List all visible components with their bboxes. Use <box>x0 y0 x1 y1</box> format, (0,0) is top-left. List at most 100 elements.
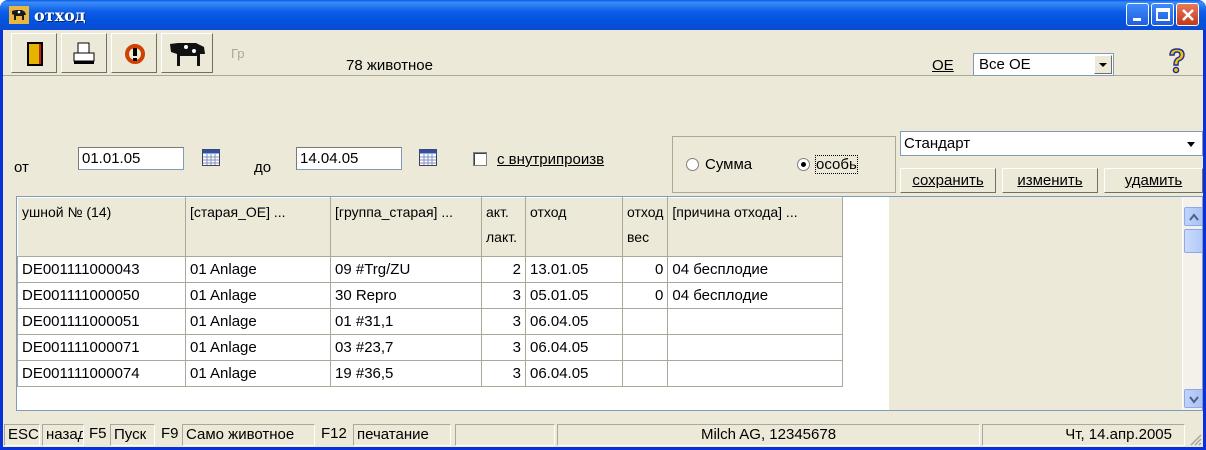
table-row[interactable]: DE001111000051 01 Anlage 01 #31,1 3 06.0… <box>17 308 844 335</box>
table-cell[interactable]: 01 Anlage <box>185 256 331 283</box>
table-cell[interactable]: 13.01.05 <box>525 256 623 283</box>
scroll-up-button[interactable] <box>1184 207 1202 226</box>
table-cell[interactable]: DE001111000071 <box>17 334 186 361</box>
view-select[interactable]: Стандарт <box>900 131 1203 156</box>
status-date: Чт, 14.апр.2005 <box>982 424 1185 446</box>
table-cell[interactable]: DE001111000051 <box>17 308 186 335</box>
from-date-input[interactable]: 01.01.05 <box>78 147 184 170</box>
title-bar[interactable]: отход <box>0 0 1206 30</box>
column-header[interactable]: ушной № (14) <box>17 197 186 257</box>
status-start[interactable]: Пуск <box>110 424 155 446</box>
calendar-icon[interactable] <box>419 149 437 166</box>
scroll-down-button[interactable] <box>1184 389 1202 408</box>
table-cell[interactable]: 01 Anlage <box>185 282 331 309</box>
table-cell[interactable] <box>621 308 669 335</box>
sum-radio[interactable] <box>686 158 699 171</box>
cow-icon <box>170 43 205 66</box>
status-f5-key: F5 <box>89 425 107 442</box>
from-date-value: 01.01.05 <box>82 150 141 167</box>
status-company: Milch AG, 12345678 <box>557 424 980 446</box>
table-cell[interactable]: 06.04.05 <box>525 308 623 335</box>
maximize-icon <box>1156 8 1170 21</box>
column-header[interactable]: акт. лакт. <box>481 197 526 257</box>
inner-checkbox[interactable] <box>473 152 487 166</box>
table-row[interactable]: DE001111000071 01 Anlage 03 #23,7 3 06.0… <box>17 334 844 361</box>
table-cell[interactable] <box>667 360 844 387</box>
print-button[interactable] <box>61 33 107 73</box>
help-icon[interactable] <box>1161 46 1191 76</box>
table-cell[interactable]: 3 <box>481 308 526 335</box>
oe-select-value: Все ОЕ <box>979 56 1031 73</box>
group-button-label: Гр <box>231 46 245 61</box>
column-header[interactable]: [причина отхода] ... <box>667 197 844 257</box>
printer-icon <box>73 42 95 64</box>
exit-button[interactable] <box>11 33 57 73</box>
refresh-button[interactable] <box>111 33 157 73</box>
chevron-down-icon <box>1189 396 1199 404</box>
table-cell[interactable]: 0 <box>621 282 669 309</box>
table-cell[interactable]: 04 бесплодие <box>667 282 844 309</box>
calendar-icon[interactable] <box>202 149 220 166</box>
to-date-input[interactable]: 14.04.05 <box>296 147 402 170</box>
header-row: ушной № (14) [старая_ОЕ] ... [группа_ста… <box>17 197 844 257</box>
column-header[interactable]: [группа_старая] ... <box>330 197 482 257</box>
table-cell[interactable]: 05.01.05 <box>525 282 623 309</box>
table-cell[interactable]: DE001111000050 <box>17 282 186 309</box>
oe-label-text: ОЕ <box>932 57 954 74</box>
sum-label: Сумма <box>705 156 753 173</box>
table-row[interactable]: DE001111000074 01 Anlage 19 #36,5 3 06.0… <box>17 360 844 387</box>
oe-select[interactable]: Все ОЕ <box>973 53 1114 76</box>
table-cell[interactable]: DE001111000043 <box>17 256 186 283</box>
animal-button[interactable] <box>161 33 213 73</box>
vertical-scrollbar[interactable] <box>1182 197 1202 410</box>
table-cell[interactable]: 01 Anlage <box>185 334 331 361</box>
status-back[interactable]: назад <box>42 424 84 446</box>
table-cell[interactable]: 3 <box>481 360 526 387</box>
column-header[interactable]: отход <box>525 197 623 257</box>
oe-label: ОЕ <box>932 57 954 74</box>
table-row[interactable]: DE001111000050 01 Anlage 30 Repro 3 05.0… <box>17 282 844 309</box>
save-button[interactable]: сохранить <box>900 168 996 193</box>
table-cell[interactable]: 01 Anlage <box>185 360 331 387</box>
column-header[interactable]: [старая_ОЕ] ... <box>185 197 331 257</box>
table-cell[interactable]: 09 #Trg/ZU <box>330 256 482 283</box>
table-cell[interactable]: 2 <box>481 256 526 283</box>
minimize-button[interactable] <box>1126 3 1149 26</box>
resize-grip-icon[interactable] <box>1188 432 1202 446</box>
table-cell[interactable]: 04 бесплодие <box>667 256 844 283</box>
chevron-down-icon[interactable] <box>1094 55 1112 74</box>
table-cell[interactable]: 3 <box>481 282 526 309</box>
table-cell[interactable] <box>621 334 669 361</box>
table-cell[interactable]: 01 #31,1 <box>330 308 482 335</box>
table-cell[interactable] <box>667 308 844 335</box>
edit-button[interactable]: изменить <box>1002 168 1098 193</box>
maximize-button[interactable] <box>1151 3 1174 26</box>
status-print[interactable]: печатание <box>353 424 451 446</box>
table-cell[interactable]: 0 <box>621 256 669 283</box>
table-cell[interactable]: 03 #23,7 <box>330 334 482 361</box>
individual-radio[interactable] <box>797 158 810 171</box>
table-cell[interactable] <box>621 360 669 387</box>
table-cell[interactable] <box>667 334 844 361</box>
column-header[interactable]: отход вес <box>621 197 669 257</box>
delete-button[interactable]: удамить <box>1104 168 1203 193</box>
data-grid[interactable]: ушной № (14) [старая_ОЕ] ... [группа_ста… <box>16 196 1203 411</box>
table-cell[interactable]: 19 #36,5 <box>330 360 482 387</box>
table-cell[interactable]: 3 <box>481 334 526 361</box>
table-cell[interactable]: DE001111000074 <box>17 360 186 387</box>
from-label: от <box>14 159 29 176</box>
animal-count: 78 животное <box>346 57 433 74</box>
group-button[interactable]: Гр <box>216 33 262 73</box>
close-button[interactable] <box>1176 3 1199 26</box>
table-cell[interactable]: 06.04.05 <box>525 334 623 361</box>
scroll-thumb[interactable] <box>1184 229 1202 253</box>
status-self-animal[interactable]: Само животное <box>182 424 315 446</box>
main-window: отход Гр 78 животное ОЕ Все ОЕ от 01.01.… <box>0 0 1206 450</box>
to-date-value: 14.04.05 <box>300 150 359 167</box>
status-esc-key: ESC <box>4 424 40 446</box>
table-cell[interactable]: 06.04.05 <box>525 360 623 387</box>
table-cell[interactable]: 30 Repro <box>330 282 482 309</box>
table-row[interactable]: DE001111000043 01 Anlage 09 #Trg/ZU 2 13… <box>17 256 844 283</box>
individual-label: особь <box>815 155 858 174</box>
table-cell[interactable]: 01 Anlage <box>185 308 331 335</box>
